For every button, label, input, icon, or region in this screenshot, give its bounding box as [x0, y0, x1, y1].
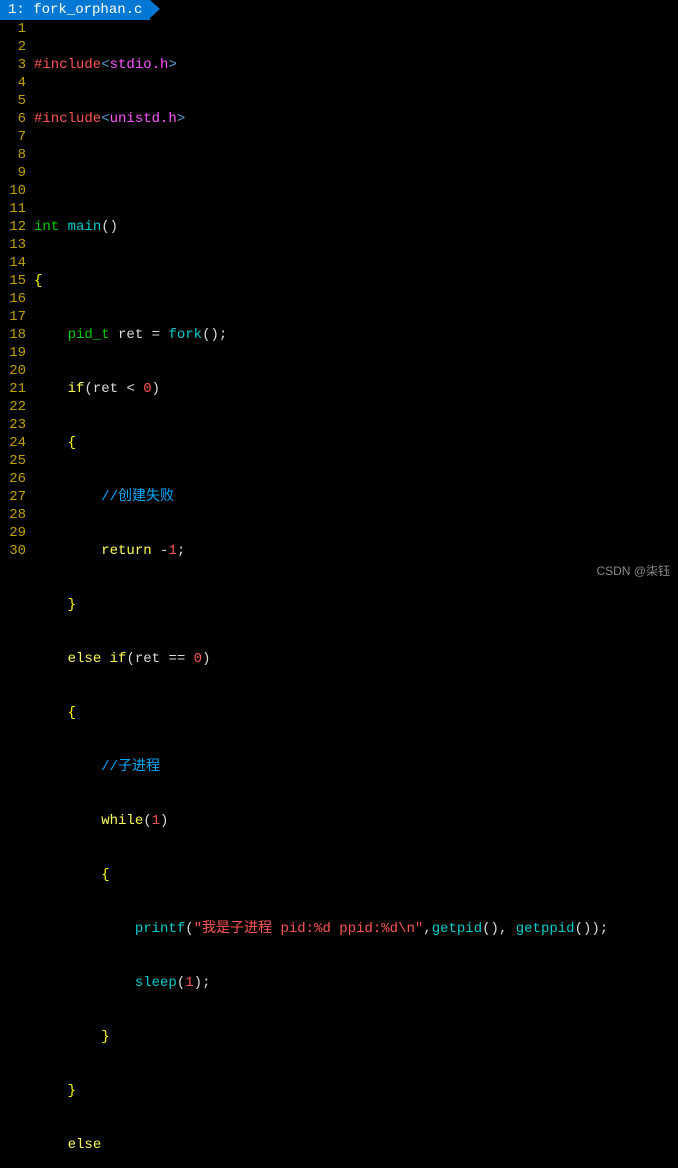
line-number: 26 — [0, 470, 26, 488]
line-number: 20 — [0, 362, 26, 380]
line-number: 16 — [0, 290, 26, 308]
line-number: 8 — [0, 146, 26, 164]
line-number: 4 — [0, 74, 26, 92]
line-number: 5 — [0, 92, 26, 110]
code-line — [30, 164, 678, 182]
code-line: printf("我是子进程 pid:%d ppid:%d\n",getpid()… — [30, 920, 678, 938]
line-number: 2 — [0, 38, 26, 56]
code-line: } — [30, 1082, 678, 1100]
code-line: { — [30, 704, 678, 722]
line-number: 28 — [0, 506, 26, 524]
tab-filename: fork_orphan.c — [33, 2, 142, 18]
watermark: CSDN @柒钰 — [596, 562, 670, 580]
line-number: 15 — [0, 272, 26, 290]
line-number: 7 — [0, 128, 26, 146]
line-number: 10 — [0, 182, 26, 200]
code-line: if(ret < 0) — [30, 380, 678, 398]
code-line: int main() — [30, 218, 678, 236]
tab-index: 1: — [8, 2, 33, 18]
code-line: { — [30, 434, 678, 452]
code-line: else — [30, 1136, 678, 1154]
line-number: 24 — [0, 434, 26, 452]
code-line: pid_t ret = fork(); — [30, 326, 678, 344]
code-line: //子进程 — [30, 758, 678, 776]
line-number: 9 — [0, 164, 26, 182]
line-number: 14 — [0, 254, 26, 272]
line-number: 1 — [0, 20, 26, 38]
line-number: 25 — [0, 452, 26, 470]
code-editor[interactable]: 1234567891011121314151617181920212223242… — [0, 20, 678, 1168]
line-number: 12 — [0, 218, 26, 236]
line-number: 19 — [0, 344, 26, 362]
code-line: } — [30, 1028, 678, 1046]
code-line: } — [30, 596, 678, 614]
code-line: sleep(1); — [30, 974, 678, 992]
line-number: 11 — [0, 200, 26, 218]
code-line: //创建失败 — [30, 488, 678, 506]
line-number: 27 — [0, 488, 26, 506]
code-line: { — [30, 866, 678, 884]
code-line: else if(ret == 0) — [30, 650, 678, 668]
line-number: 17 — [0, 308, 26, 326]
editor-tab[interactable]: 1: fork_orphan.c — [0, 0, 150, 20]
code-line: while(1) — [30, 812, 678, 830]
code-line: #include<unistd.h> — [30, 110, 678, 128]
code-line: { — [30, 272, 678, 290]
line-number: 23 — [0, 416, 26, 434]
line-number: 21 — [0, 380, 26, 398]
line-number: 22 — [0, 398, 26, 416]
code-line: #include<stdio.h> — [30, 56, 678, 74]
line-number: 29 — [0, 524, 26, 542]
line-number: 30 — [0, 542, 26, 560]
code-area[interactable]: #include<stdio.h> #include<unistd.h> int… — [30, 20, 678, 1168]
line-number: 3 — [0, 56, 26, 74]
line-number: 13 — [0, 236, 26, 254]
line-number: 6 — [0, 110, 26, 128]
line-number: 18 — [0, 326, 26, 344]
line-number-gutter: 1234567891011121314151617181920212223242… — [0, 20, 30, 1168]
code-line: return -1; — [30, 542, 678, 560]
